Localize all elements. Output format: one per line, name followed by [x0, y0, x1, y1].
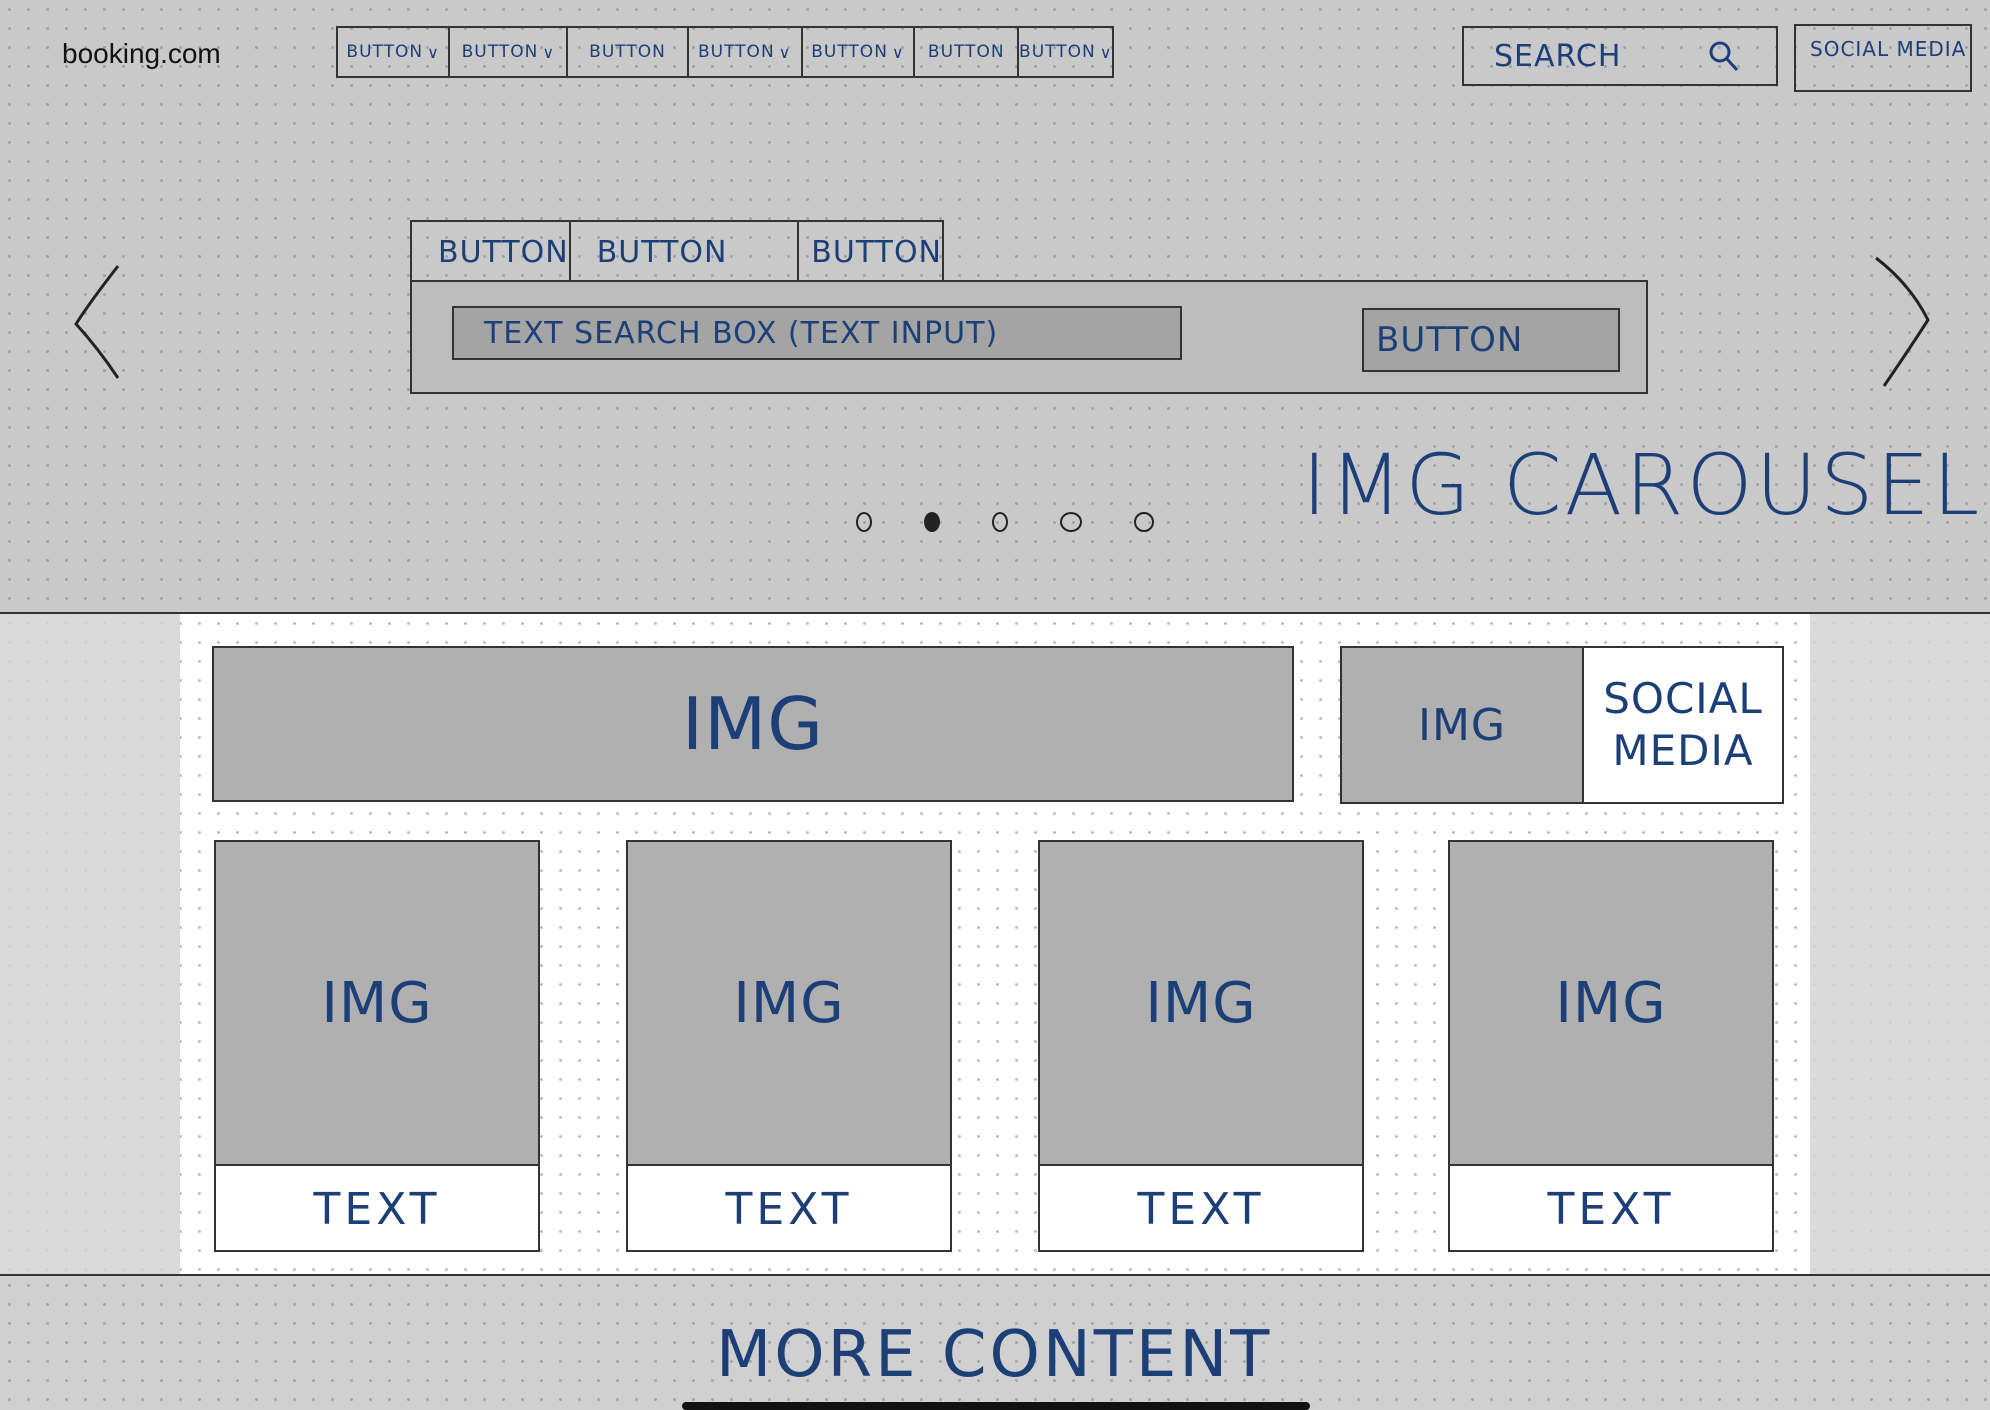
carousel-dot[interactable] — [1060, 512, 1082, 532]
chevron-right-icon[interactable] — [1870, 254, 1934, 390]
nav-button-2[interactable]: Button ∨ — [450, 28, 569, 76]
content-card[interactable]: IMG Text — [1448, 840, 1774, 1252]
left-margin-shade — [0, 614, 180, 1274]
carousel-dot-active[interactable] — [924, 512, 940, 532]
chevron-down-icon: ∨ — [891, 42, 905, 62]
site-logo[interactable]: booking.com — [62, 38, 221, 70]
nav-button-label: Button — [697, 42, 775, 62]
card-text: Text — [1547, 1183, 1675, 1235]
nav-button-5[interactable]: Button ∨ — [803, 28, 916, 76]
nav-button-7[interactable]: Button ∨ — [1019, 28, 1112, 76]
site-search[interactable]: Search — [1462, 26, 1778, 86]
nav-button-label: Button — [461, 42, 539, 62]
card-image: IMG — [1450, 842, 1772, 1166]
site-search-label: Search — [1494, 38, 1622, 74]
search-input[interactable]: Text Search Box (Text Input) — [452, 306, 1182, 360]
card-text: Text — [1137, 1183, 1265, 1235]
search-tab-3[interactable]: Button — [799, 222, 942, 282]
chevron-down-icon: ∨ — [427, 42, 440, 62]
main-content: IMG IMG Social Media IMG Text IMG Text I… — [0, 614, 1990, 1276]
nav-button-label: Button — [811, 42, 888, 62]
content-card[interactable]: IMG Text — [1038, 840, 1364, 1252]
nav-button-4[interactable]: Button ∨ — [689, 28, 803, 76]
content-card[interactable]: IMG Text — [214, 840, 540, 1252]
carousel-dot[interactable] — [1134, 512, 1154, 532]
social-media-label: Social Media — [1603, 674, 1763, 775]
chevron-down-icon: ∨ — [778, 42, 792, 62]
carousel-dot[interactable] — [856, 512, 872, 532]
nav-button-label: Button — [1019, 42, 1096, 62]
social-image: IMG — [1342, 648, 1584, 802]
card-text: Text — [725, 1183, 853, 1235]
nav-button-3[interactable]: Button — [568, 28, 689, 76]
carousel-dot[interactable] — [992, 512, 1008, 532]
card-image: IMG — [1040, 842, 1362, 1166]
card-image: IMG — [216, 842, 538, 1166]
search-icon — [1709, 41, 1739, 72]
social-media-links[interactable]: Social Media — [1794, 24, 1972, 92]
search-panel: Text Search Box (Text Input) Button — [410, 280, 1648, 394]
search-tabs: Button Button Button — [410, 220, 944, 282]
social-media-card[interactable]: IMG Social Media — [1340, 646, 1784, 804]
carousel-label: IMG Carousel — [1302, 436, 1983, 534]
nav-button-label: Button — [346, 42, 424, 62]
nav-button-label: Button — [927, 42, 1005, 62]
content-card[interactable]: IMG Text — [626, 840, 952, 1252]
more-content-label: More Content — [716, 1318, 1273, 1392]
card-image: IMG — [628, 842, 950, 1166]
hero-carousel: booking.com Button ∨ Button ∨ Button Butto… — [0, 0, 1990, 614]
chevron-left-icon[interactable] — [70, 262, 126, 380]
nav-button-1[interactable]: Button ∨ — [338, 28, 451, 76]
carousel-dots — [856, 512, 1154, 532]
search-tab-2[interactable]: Button — [571, 222, 800, 282]
top-nav: Button ∨ Button ∨ Button Button ∨ Button ∨ B… — [336, 26, 1114, 78]
card-text: Text — [313, 1183, 441, 1235]
nav-button-label: Button — [589, 42, 666, 62]
home-indicator — [682, 1402, 1310, 1410]
nav-button-6[interactable]: Button — [915, 28, 1020, 76]
banner-image[interactable]: IMG — [212, 646, 1294, 802]
right-margin-shade — [1810, 614, 1990, 1274]
more-content-section: More Content — [0, 1276, 1990, 1410]
search-button[interactable]: Button — [1362, 308, 1620, 372]
chevron-down-icon: ∨ — [542, 42, 556, 62]
search-tab-1[interactable]: Button — [412, 222, 571, 282]
chevron-down-icon: ∨ — [1099, 42, 1113, 62]
